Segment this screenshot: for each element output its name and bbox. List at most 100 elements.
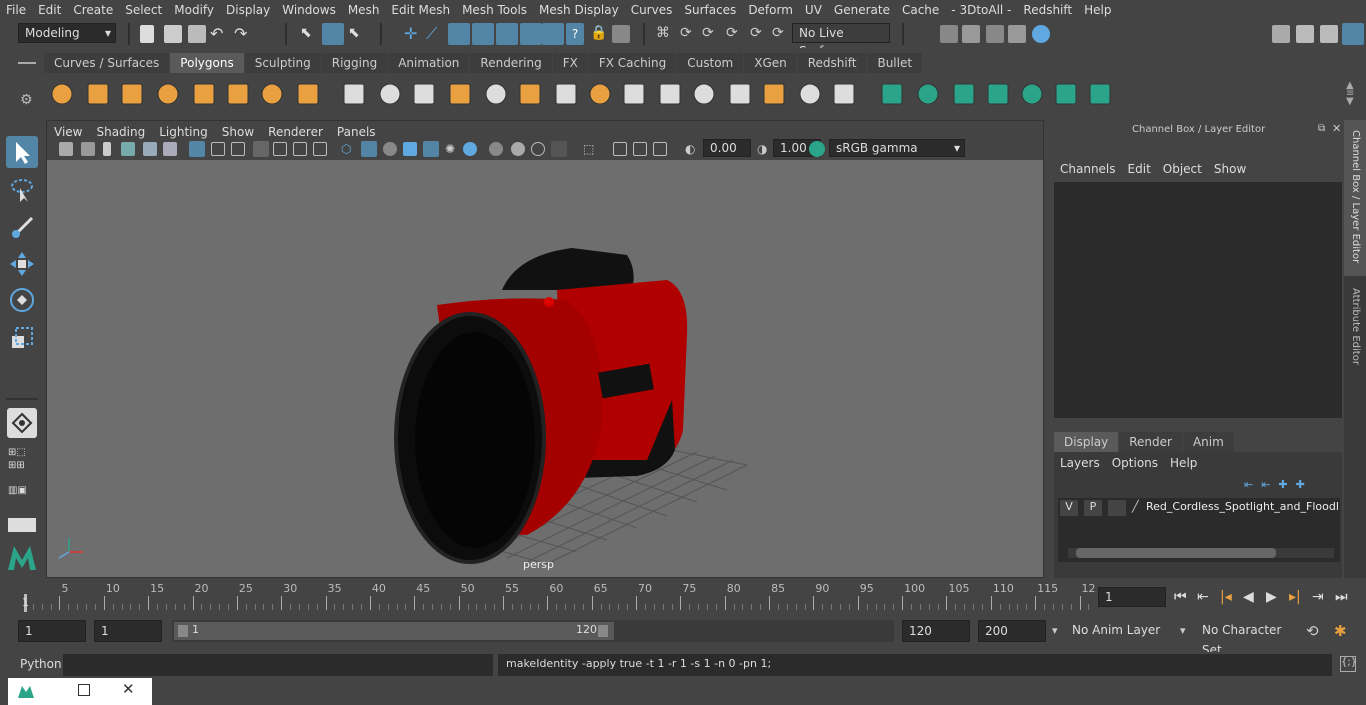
shelf-tab[interactable]: Curves / Surfaces: [44, 53, 170, 73]
poly-cube-icon[interactable]: [84, 80, 112, 108]
snap-grid-view-icon[interactable]: [542, 23, 564, 45]
append-polygon-icon[interactable]: [726, 80, 754, 108]
tool-settings-icon[interactable]: [1320, 25, 1338, 43]
layout-single-icon[interactable]: [8, 518, 36, 532]
bridge-icon[interactable]: [516, 80, 544, 108]
menu-item[interactable]: Cache: [896, 0, 945, 20]
close-icon[interactable]: ✕: [1332, 122, 1341, 135]
character-set-dropdown[interactable]: No Character Set: [1196, 620, 1300, 657]
shelf-tab[interactable]: Custom: [677, 53, 744, 73]
viewport-menu-item[interactable]: Lighting: [152, 123, 215, 141]
undo-icon[interactable]: ↶: [210, 25, 228, 43]
step-back-icon[interactable]: ⇤: [1197, 589, 1220, 605]
close-icon[interactable]: ✕: [122, 680, 135, 698]
menu-item[interactable]: Display: [220, 0, 276, 20]
menu-item[interactable]: Edit: [32, 0, 67, 20]
poly-pyramid-icon[interactable]: [258, 80, 286, 108]
tab-attribute-editor[interactable]: Attribute Editor: [1344, 280, 1366, 380]
symmetry-icon[interactable]: ⌘: [656, 25, 674, 43]
select-hierarchy-icon[interactable]: ⬉: [300, 25, 318, 43]
motion-blur-icon[interactable]: [511, 142, 525, 156]
layer-scrollbar[interactable]: [1068, 548, 1334, 558]
last-tool[interactable]: [7, 408, 37, 438]
maximize-icon[interactable]: [78, 684, 90, 696]
shelf-tab[interactable]: Animation: [388, 53, 470, 73]
auto-key-icon[interactable]: ⟲: [1306, 622, 1319, 640]
wireframe-on-shaded-icon[interactable]: [403, 142, 417, 156]
magnet-icon[interactable]: ⟳: [750, 25, 768, 43]
frame-selected-icon[interactable]: [633, 142, 647, 156]
poly-pipe-icon[interactable]: [294, 80, 322, 108]
image-plane-icon[interactable]: [121, 142, 135, 156]
chevron-down-icon[interactable]: ▾: [1180, 624, 1186, 637]
modeling-toolkit-icon[interactable]: [1272, 25, 1290, 43]
exposure-field[interactable]: 0.00: [703, 139, 751, 157]
shadows-icon[interactable]: [463, 142, 477, 156]
shelf-tab[interactable]: FX Caching: [588, 53, 677, 73]
select-object-icon[interactable]: [322, 23, 344, 45]
menu-item[interactable]: Mesh Display: [533, 0, 625, 20]
combine-icon[interactable]: [340, 80, 368, 108]
isolate-select-icon[interactable]: ⬚: [583, 142, 597, 156]
separate-icon[interactable]: [376, 80, 404, 108]
ipr-render-icon[interactable]: [986, 25, 1004, 43]
menu-item[interactable]: Modify: [168, 0, 220, 20]
menu-item[interactable]: Deform: [742, 0, 799, 20]
go-to-start-icon[interactable]: ⏮: [1174, 589, 1197, 605]
color-management-icon[interactable]: [809, 141, 825, 157]
triangulate-icon[interactable]: [830, 80, 858, 108]
unfold-icon[interactable]: [1018, 80, 1046, 108]
play-forward-icon[interactable]: ▶: [1266, 589, 1289, 605]
shelf-tab[interactable]: XGen: [744, 53, 797, 73]
layer-row[interactable]: V P ╱ Red_Cordless_Spotlight_and_Floodli…: [1060, 500, 1342, 518]
menu-item[interactable]: Select: [119, 0, 168, 20]
viewport-menu-item[interactable]: Shading: [89, 123, 152, 141]
menu-item[interactable]: File: [0, 0, 32, 20]
default-material-icon[interactable]: [383, 142, 397, 156]
end-time-field[interactable]: 200: [978, 620, 1046, 642]
poly-sphere-icon[interactable]: [48, 80, 76, 108]
camera-attr-icon[interactable]: [81, 142, 95, 156]
2d-pan-icon[interactable]: [143, 142, 157, 156]
poly-cone-icon[interactable]: [154, 80, 182, 108]
insert-edge-loop-icon[interactable]: [656, 80, 684, 108]
menu-item[interactable]: Generate: [828, 0, 896, 20]
menu-item[interactable]: Curves: [625, 0, 679, 20]
make-live-icon[interactable]: ⟳: [772, 25, 790, 43]
layer-menu-item[interactable]: Options: [1106, 456, 1164, 470]
time-ruler[interactable]: 5 10 15 20 25 30 35 40 45 50 55 60 65 70 75 80 85 90 95 100…: [20, 582, 1096, 612]
viewport-menu-item[interactable]: Panels: [330, 123, 383, 141]
lasso-icon[interactable]: ⟳: [680, 25, 698, 43]
bookmark-icon[interactable]: [103, 142, 111, 156]
script-editor-icon[interactable]: {;}: [1340, 656, 1357, 672]
uv-editor-icon[interactable]: [1052, 80, 1080, 108]
safe-title-icon[interactable]: [313, 142, 327, 156]
xray-icon[interactable]: [423, 141, 439, 157]
script-language-label[interactable]: Python: [20, 657, 62, 671]
layer-buttons[interactable]: ⇤⇤✚✚: [1244, 478, 1344, 494]
layer-color-icon[interactable]: ╱: [1132, 500, 1146, 516]
layer-tab[interactable]: Render: [1119, 432, 1182, 452]
menu-item[interactable]: Redshift: [1017, 0, 1078, 20]
shelf-tab[interactable]: Polygons: [170, 53, 244, 73]
grid-icon[interactable]: [189, 141, 205, 157]
fill-hole-icon[interactable]: [760, 80, 788, 108]
shelf-tab[interactable]: Bullet: [867, 53, 923, 73]
shelf-tab[interactable]: Rendering: [470, 53, 552, 73]
maya-window-icon[interactable]: [16, 684, 38, 698]
planar-mapping-icon[interactable]: [878, 80, 906, 108]
menu-item[interactable]: Mesh: [342, 0, 386, 20]
attribute-editor-icon[interactable]: [1296, 25, 1314, 43]
layer-playback-toggle[interactable]: P: [1084, 500, 1102, 516]
gear-icon[interactable]: ⚙: [20, 92, 33, 108]
antialias-icon[interactable]: [531, 142, 545, 156]
range-handle-end[interactable]: [598, 625, 608, 637]
snap-view-icon[interactable]: [472, 23, 494, 45]
layer-menu-item[interactable]: Layers: [1054, 456, 1106, 470]
channel-box-toggle-icon[interactable]: [1342, 23, 1364, 45]
reduce-icon[interactable]: [796, 80, 824, 108]
step-forward-key-icon[interactable]: ▸|: [1289, 589, 1312, 605]
spherical-mapping-icon[interactable]: [950, 80, 978, 108]
smooth-icon[interactable]: [446, 80, 474, 108]
poly-torus-icon[interactable]: [224, 80, 252, 108]
